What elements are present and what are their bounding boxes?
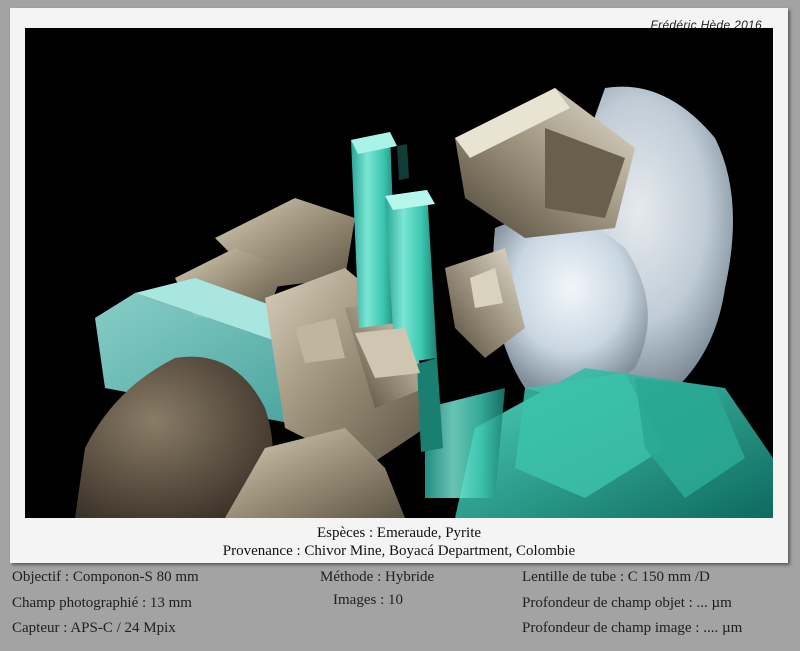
locality-caption: Provenance : Chivor Mine, Boyacá Departm…	[222, 543, 576, 559]
mineral-specimen-image	[25, 28, 773, 518]
species-caption: Espèces : Emeraude, Pyrite	[316, 525, 482, 541]
tube-lens-label: Lentille de tube : C 150 mm /D	[522, 569, 710, 585]
objective-label: Objectif : Componon-S 80 mm	[12, 569, 199, 585]
method-label: Méthode : Hybride	[320, 569, 435, 585]
depth-image-label: Profondeur de champ image : .... µm	[522, 620, 743, 636]
sensor-label: Capteur : APS-C / 24 Mpix	[12, 620, 176, 636]
specimen-photo	[25, 28, 773, 518]
images-label: Images : 10	[333, 592, 403, 608]
field-label: Champ photographié : 13 mm	[12, 595, 192, 611]
depth-object-label: Profondeur de champ objet : ... µm	[522, 595, 732, 611]
photo-frame: Frédéric Hède 2016 Espèces: Emeraude, P…	[10, 8, 788, 563]
